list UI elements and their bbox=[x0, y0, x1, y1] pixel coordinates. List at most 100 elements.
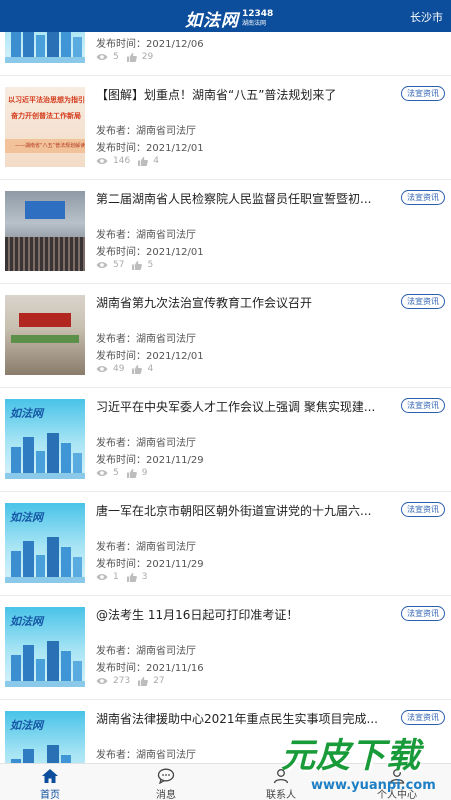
news-list-item[interactable]: 第二届湖南省人民检察院人民监督员任职宣誓暨初... 法宣资讯发布者：湖南省司法厅发… bbox=[0, 180, 451, 284]
publish-time: 2021/11/29 bbox=[146, 455, 204, 466]
eye-icon bbox=[96, 470, 108, 476]
category-tag[interactable]: 法宣资讯 bbox=[401, 710, 445, 725]
poster-line-1: 以习近平法治思想为指引 bbox=[8, 96, 85, 104]
category-tag[interactable]: 法宣资讯 bbox=[401, 502, 445, 517]
publish-time-line: 发布时间：2021/12/01 bbox=[96, 347, 204, 362]
watermark-text: 元皮下载 bbox=[281, 736, 421, 776]
like-count: 3 bbox=[141, 572, 148, 582]
eye-icon bbox=[96, 678, 108, 684]
news-list-item[interactable]: 以习近平法治思想为指引 奋力开创普法工作新局 ——湖南省“八五”普法规划解读 【图解】… bbox=[0, 76, 451, 180]
thumbnail-logo-text: 如法网 bbox=[10, 511, 43, 524]
tab-home[interactable]: 首页 bbox=[15, 768, 85, 800]
logo-subtitle: 12348 湖南法网 bbox=[242, 9, 273, 28]
publisher-label: 发布者： bbox=[96, 750, 136, 761]
publish-time-label: 发布时间： bbox=[96, 39, 146, 50]
poster-line-3: ——湖南省“八五”普法规划解读 bbox=[15, 143, 85, 149]
thumbs-up-icon bbox=[126, 52, 137, 62]
news-title: 第二届湖南省人民检察院人民监督员任职宣誓暨初... bbox=[96, 192, 372, 206]
thumbs-up-icon bbox=[138, 156, 149, 166]
view-count: 5 bbox=[113, 468, 119, 478]
thumbnail-logo: 如法网 bbox=[10, 509, 43, 525]
view-count: 5 bbox=[113, 52, 119, 62]
publisher-line: 发布者：湖南省司法厅 bbox=[96, 434, 196, 449]
publish-time: 2021/12/01 bbox=[146, 351, 204, 362]
chat-icon bbox=[157, 768, 175, 784]
meeting-banner bbox=[19, 313, 71, 327]
thumbnail-logo-text: 如法网 bbox=[10, 719, 43, 732]
news-list-item[interactable]: 如法网发布时间：2021/12/06 5 29 bbox=[0, 32, 451, 76]
news-list[interactable]: 如法网发布时间：2021/12/06529以习近平法治思想为指引奋力开创普法工作… bbox=[0, 32, 451, 763]
item-stats: 5 29 bbox=[96, 52, 161, 62]
news-thumbnail: 以习近平法治思想为指引 奋力开创普法工作新局 ——湖南省“八五”普法规划解读 bbox=[5, 87, 85, 167]
poster-line-2: 奋力开创普法工作新局 bbox=[11, 112, 81, 120]
news-list-item[interactable]: 如法网 @法考生 11月16日起可打印准考证！ 法宣资讯发布者：湖南省司法厅发布时间… bbox=[0, 596, 451, 700]
city-selector[interactable]: 长沙市 bbox=[410, 9, 443, 25]
app-logo: 如法网 12348 湖南法网 bbox=[185, 6, 273, 31]
item-stats: 146 4 bbox=[96, 156, 167, 166]
watermark-url: www.yuanpi.com bbox=[311, 778, 436, 793]
item-stats: 59 bbox=[96, 468, 155, 478]
audience bbox=[5, 237, 85, 271]
tab-label: 消息 bbox=[156, 790, 176, 800]
item-stats: 13 bbox=[96, 572, 155, 582]
news-thumbnail bbox=[5, 295, 85, 375]
publish-time-line: 发布时间：2021/11/29 bbox=[96, 555, 204, 570]
like-count: 5 bbox=[147, 260, 154, 270]
thumbs-up-icon bbox=[138, 676, 149, 686]
publish-time-label: 发布时间： bbox=[96, 663, 146, 674]
view-count: 49 bbox=[113, 364, 125, 374]
meeting-table bbox=[11, 335, 79, 343]
publish-time-label: 发布时间： bbox=[96, 559, 146, 570]
publisher-name: 湖南省司法厅 bbox=[136, 542, 196, 553]
category-tag[interactable]: 法宣资讯 bbox=[401, 606, 445, 621]
publisher-label: 发布者： bbox=[96, 126, 136, 137]
news-list-item[interactable]: 如法网 唐一军在北京市朝阳区朝外街道宣讲党的十九届六... 法宣资讯发布者：湖南省司… bbox=[0, 492, 451, 596]
publisher-name: 湖南省司法厅 bbox=[136, 750, 196, 761]
news-title: 湖南省第九次法治宣传教育工作会议召开 bbox=[96, 296, 313, 310]
publisher-line: 发布者：湖南省司法厅 bbox=[96, 226, 196, 241]
tab-messages[interactable]: 消息 bbox=[131, 768, 201, 800]
publisher-label: 发布者： bbox=[96, 230, 136, 241]
news-thumbnail: 如法网 bbox=[5, 399, 85, 479]
city-buildings-image bbox=[11, 745, 71, 763]
publisher-name: 湖南省司法厅 bbox=[136, 230, 196, 241]
publish-time: 2021/11/16 bbox=[146, 663, 204, 674]
publish-time: 2021/12/01 bbox=[146, 143, 204, 154]
like-count: 29 bbox=[141, 52, 154, 62]
thumbnail-logo-text: 如法网 bbox=[10, 407, 43, 420]
stage-screen bbox=[25, 201, 65, 219]
item-stats: 57 5 bbox=[96, 260, 161, 270]
category-tag[interactable]: 法宣资讯 bbox=[401, 398, 445, 413]
logo-text: 如法网 bbox=[185, 11, 239, 31]
like-count: 9 bbox=[141, 468, 148, 478]
like-count: 4 bbox=[153, 156, 159, 166]
app-header: 如法网 12348 湖南法网 长沙市 bbox=[0, 0, 451, 32]
category-tag[interactable]: 法宣资讯 bbox=[401, 294, 445, 309]
publisher-line: 发布者：湖南省司法厅 bbox=[96, 642, 196, 657]
news-list-item[interactable]: 如法网 习近平在中央军委人才工作会议上强调 聚焦实现建... 法宣资讯 发布者：湖南省… bbox=[0, 388, 451, 492]
category-tag[interactable]: 法宣资讯 bbox=[401, 86, 445, 101]
news-title: 唐一军在北京市朝阳区朝外街道宣讲党的十九届六... bbox=[96, 504, 372, 518]
publisher-name: 湖南省司法厅 bbox=[136, 126, 196, 137]
like-count: 4 bbox=[147, 364, 154, 374]
home-icon bbox=[42, 769, 58, 783]
publisher-line: 发布者：湖南省司法厅 bbox=[96, 330, 196, 345]
item-stats: 49 4 bbox=[96, 364, 161, 374]
category-tag[interactable]: 法宣资讯 bbox=[401, 190, 445, 205]
news-list-item[interactable]: 湖南省第九次法治宣传教育工作会议召开 法宣资讯发布者：湖南省司法厅 发布时间：202… bbox=[0, 284, 451, 388]
publisher-line: 发布者：湖南省司法厅 bbox=[96, 538, 196, 553]
publish-time: 2021/12/01 bbox=[146, 247, 204, 258]
city-buildings-image bbox=[5, 32, 85, 63]
news-title: @法考生 11月16日起可打印准考证！ bbox=[96, 608, 299, 622]
site-watermark: 元皮下载 www.yuanpi.com bbox=[275, 728, 451, 800]
thumbs-up-icon bbox=[132, 364, 143, 374]
like-count: 27 bbox=[153, 676, 165, 686]
publisher-line: 发布者：湖南省司法厅 bbox=[96, 122, 196, 137]
thumbnail-logo: 如法网 bbox=[10, 613, 43, 629]
view-count: 273 bbox=[113, 676, 131, 686]
city-buildings-image bbox=[5, 537, 85, 583]
thumbs-up-icon bbox=[126, 572, 137, 582]
publish-time: 2021/11/29 bbox=[146, 559, 204, 570]
thumbs-up-icon bbox=[126, 468, 137, 478]
city-buildings-image bbox=[5, 433, 85, 479]
